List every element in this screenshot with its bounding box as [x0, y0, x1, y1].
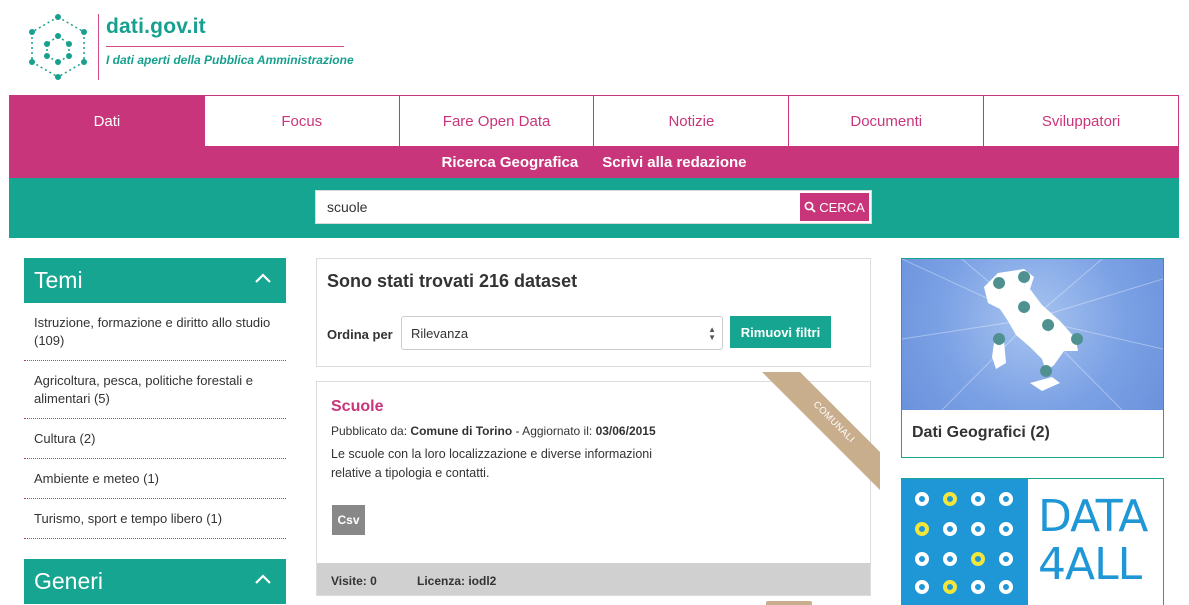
dot-pattern [902, 479, 1028, 605]
order-label: Ordina per [327, 327, 393, 342]
chevron-up-icon[interactable] [254, 270, 272, 288]
results-header: Sono stati trovati 216 dataset Ordina pe… [316, 258, 871, 367]
italy-map-icon [902, 259, 1163, 410]
remove-filters-button[interactable]: Rimuovi filtri [730, 316, 831, 348]
nav-tab-focus[interactable]: Focus [203, 96, 399, 146]
search-box: CERCA [315, 190, 872, 224]
dots-pattern-icon [915, 492, 1013, 594]
generi-title: Generi [34, 568, 104, 594]
temi-panel-header[interactable]: Temi [24, 258, 286, 303]
nav-tab-notizie[interactable]: Notizie [593, 96, 789, 146]
topic-item[interactable]: Turismo, sport e tempo libero (1) [24, 499, 286, 539]
site-header: dati.gov.it I dati aperti della Pubblica… [0, 0, 1189, 95]
topic-item[interactable]: Agricoltura, pesca, politiche forestali … [24, 361, 286, 419]
network-logo-icon[interactable] [26, 14, 90, 80]
published-by-label: Pubblicato da: [331, 424, 408, 438]
sub-nav: Ricerca Geografica Scrivi alla redazione [9, 146, 1179, 178]
geo-data-label[interactable]: Dati Geografici (2) [912, 424, 1050, 442]
dataset-footer: Visite: 0 Licenza: iodl2 [317, 563, 870, 595]
nav-tab-sviluppatori[interactable]: Sviluppatori [983, 96, 1178, 146]
search-band: CERCA [9, 178, 1179, 238]
results-count-title: Sono stati trovati 216 dataset [327, 271, 578, 291]
search-icon [804, 201, 816, 213]
chevron-up-icon[interactable] [254, 571, 272, 589]
topic-item[interactable]: Cultura (2) [24, 419, 286, 459]
data4all-line2: 4ALL [1038, 539, 1142, 590]
dataset-title[interactable]: Scuole [331, 398, 383, 416]
next-card-ribbon-peek [766, 601, 812, 605]
nav-tab-dati[interactable]: Dati [9, 96, 204, 146]
data4all-line1: DATA [1038, 491, 1148, 542]
updated-date: 03/06/2015 [595, 424, 656, 438]
main-nav: Dati Focus Fare Open Data Notizie Docume… [9, 95, 1179, 146]
select-arrows-icon: ▲ ▼ [708, 325, 716, 342]
subnav-scrivi-redazione[interactable]: Scrivi alla redazione [602, 154, 746, 171]
logo-divider [98, 14, 99, 80]
search-button[interactable]: CERCA [800, 193, 869, 221]
visits-count: Visite: 0 [331, 574, 377, 588]
order-select[interactable]: Rilevanza ▲ ▼ [401, 316, 723, 350]
site-subtitle: I dati aperti della Pubblica Amministraz… [106, 53, 354, 67]
data4all-logo: DATA 4ALL [1028, 479, 1163, 605]
dataset-description: Le scuole con la loro localizzazione e d… [331, 447, 653, 480]
title-underline [106, 46, 344, 47]
generi-panel-header[interactable]: Generi [24, 559, 286, 604]
search-button-label: CERCA [819, 199, 865, 215]
publisher[interactable]: Comune di Torino [410, 424, 512, 438]
topics-list: Istruzione, formazione e diritto allo st… [24, 304, 286, 539]
topic-item[interactable]: Ambiente e meteo (1) [24, 459, 286, 499]
license-info: Licenza: iodl2 [417, 574, 497, 588]
dataset-meta: Pubblicato da: Comune di Torino - Aggior… [331, 424, 656, 438]
italy-map-illustration [902, 259, 1163, 410]
category-ribbon: COMUNALI [762, 372, 880, 490]
nav-tab-fare-open-data[interactable]: Fare Open Data [398, 96, 594, 146]
search-input[interactable] [316, 191, 800, 223]
data4all-banner[interactable]: DATA 4ALL [901, 478, 1164, 605]
temi-title: Temi [34, 267, 83, 293]
site-title[interactable]: dati.gov.it [106, 15, 206, 39]
order-select-value: Rilevanza [411, 325, 469, 341]
topic-item[interactable]: Istruzione, formazione e diritto allo st… [24, 304, 286, 361]
geo-data-card[interactable]: Dati Geografici (2) [901, 258, 1164, 458]
subnav-ricerca-geografica[interactable]: Ricerca Geografica [442, 154, 579, 171]
updated-label: - Aggiornato il: [515, 424, 593, 438]
format-badge-csv[interactable]: Csv [332, 505, 365, 535]
nav-tab-documenti[interactable]: Documenti [788, 96, 984, 146]
